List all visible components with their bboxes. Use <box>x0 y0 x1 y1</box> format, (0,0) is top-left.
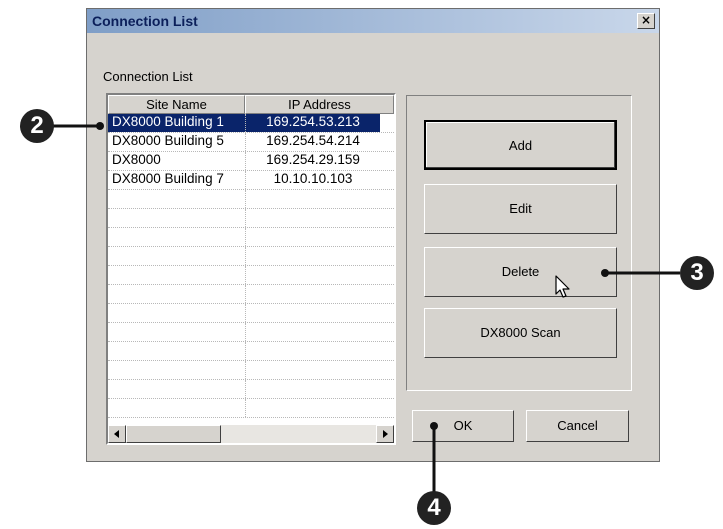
callout-2: 2 <box>20 109 54 143</box>
callout-4: 4 <box>417 491 451 525</box>
callout-lines <box>52 122 680 492</box>
callout-3: 3 <box>680 256 714 290</box>
